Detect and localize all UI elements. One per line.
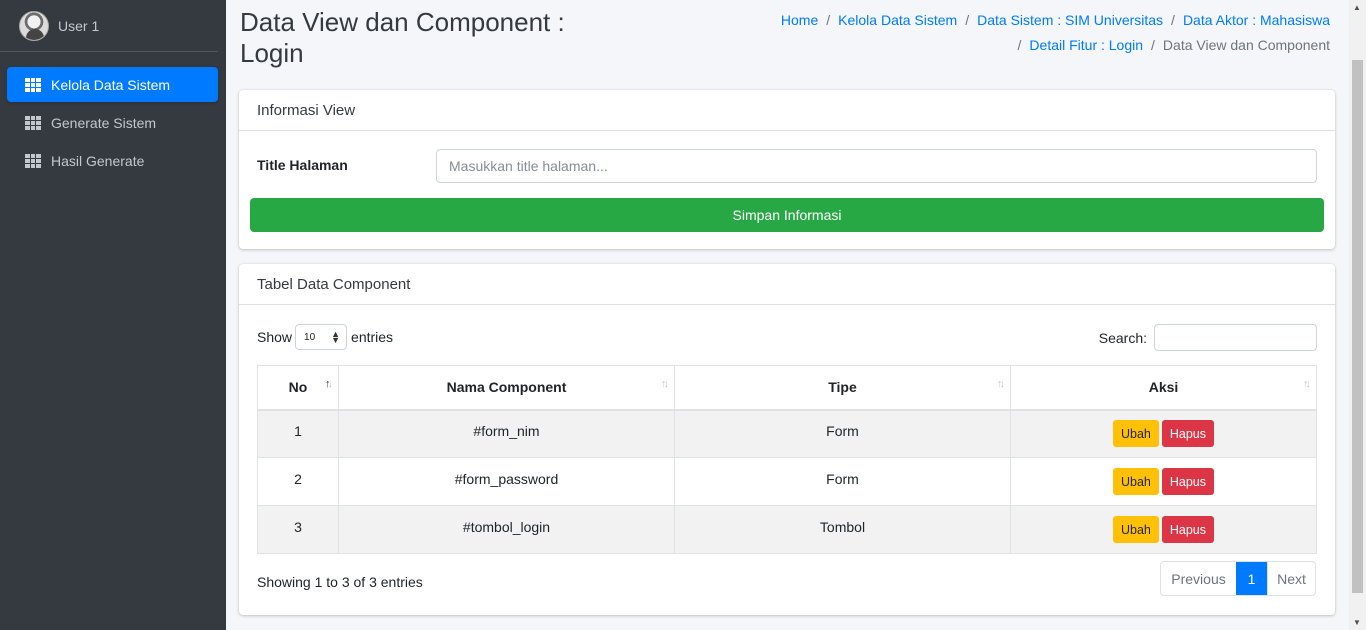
column-header-aksi[interactable]: Aksi ↑↓ xyxy=(1010,365,1317,411)
sidebar: User 1 Kelola Data Sistem Generate Siste… xyxy=(0,0,226,630)
table-info: Showing 1 to 3 of 3 entries xyxy=(257,574,423,590)
page-1-button[interactable]: 1 xyxy=(1236,562,1267,595)
column-label: Nama Component xyxy=(446,379,567,396)
column-header-tipe[interactable]: Tipe ↑↓ xyxy=(674,365,1011,411)
page-length-value: 10 xyxy=(304,331,316,343)
cell-type: Form xyxy=(674,409,1011,458)
page-scrollbar[interactable]: ▲ ▼ xyxy=(1349,0,1366,630)
component-table-card: Tabel Data Component Show 10 ▲ ▼ entries … xyxy=(239,264,1335,615)
breadcrumb-separator: / xyxy=(1151,37,1155,53)
breadcrumb-separator: / xyxy=(826,12,831,28)
sidebar-item-hasil-generate[interactable]: Hasil Generate xyxy=(7,143,218,178)
search-control: Search: xyxy=(1099,324,1317,351)
title-field-label: Title Halaman xyxy=(257,157,348,173)
column-label: Aksi xyxy=(1148,379,1179,396)
title-halaman-input[interactable] xyxy=(436,149,1317,183)
cell-type: Tombol xyxy=(674,505,1011,554)
sidebar-item-label: Generate Sistem xyxy=(51,114,157,131)
cell-name: #form_nim xyxy=(338,409,675,458)
breadcrumb-separator: / xyxy=(1017,37,1022,53)
sidebar-item-label: Kelola Data Sistem xyxy=(51,76,171,93)
breadcrumb-current: Data View dan Component xyxy=(1162,37,1330,53)
info-view-card: Informasi View Title Halaman Simpan Info… xyxy=(239,90,1335,249)
delete-button[interactable]: Hapus xyxy=(1161,516,1215,543)
cell-name: #form_password xyxy=(338,457,675,506)
table-row: 1 #form_nim Form Ubah Hapus xyxy=(257,409,1317,458)
sidebar-item-label: Hasil Generate xyxy=(51,152,145,169)
user-name[interactable]: User 1 xyxy=(58,18,99,34)
user-panel[interactable]: User 1 xyxy=(0,0,218,52)
edit-button[interactable]: Ubah xyxy=(1112,516,1159,543)
delete-button[interactable]: Hapus xyxy=(1161,420,1215,448)
edit-button[interactable]: Ubah xyxy=(1112,468,1159,495)
cell-type: Form xyxy=(674,457,1011,506)
breadcrumb-kelola-data-sistem[interactable]: Kelola Data Sistem xyxy=(838,12,957,28)
sort-icon: ↑↓ xyxy=(997,378,1005,390)
page-length-select[interactable]: 10 ▲ ▼ xyxy=(295,324,348,350)
column-header-nama-component[interactable]: Nama Component ↑↓ xyxy=(338,365,675,411)
select-arrows-icon: ▲ ▼ xyxy=(331,329,341,345)
entries-label: entries xyxy=(351,329,394,345)
sort-icon: ↑↓ xyxy=(1303,378,1311,390)
card-title: Informasi View xyxy=(239,90,1335,131)
grid-icon xyxy=(25,115,41,130)
grid-icon xyxy=(25,153,41,168)
scroll-up-icon[interactable]: ▲ xyxy=(1353,3,1361,12)
cell-no: 1 xyxy=(257,409,339,458)
edit-button[interactable]: Ubah xyxy=(1112,420,1159,448)
cell-no: 2 xyxy=(257,457,339,506)
search-input[interactable] xyxy=(1154,324,1317,351)
breadcrumb-data-aktor[interactable]: Data Aktor : Mahasiswa xyxy=(1183,12,1330,28)
next-page-button[interactable]: Next xyxy=(1267,562,1315,595)
previous-page-button[interactable]: Previous xyxy=(1161,562,1236,595)
cell-name: #tombol_login xyxy=(338,505,675,554)
table-row: 2 #form_password Form Ubah Hapus xyxy=(257,457,1317,506)
column-label: Tipe xyxy=(828,379,857,396)
sidebar-nav: Kelola Data Sistem Generate Sistem Hasil… xyxy=(0,52,226,178)
cell-actions: Ubah Hapus xyxy=(1010,457,1317,506)
sidebar-item-generate-sistem[interactable]: Generate Sistem xyxy=(7,105,218,140)
search-label: Search: xyxy=(1098,329,1147,346)
breadcrumb-data-sistem[interactable]: Data Sistem : SIM Universitas xyxy=(977,12,1163,28)
scroll-down-icon[interactable]: ▼ xyxy=(1353,618,1361,627)
sort-asc-icon: ↑↓ xyxy=(325,378,333,390)
grid-icon xyxy=(25,77,41,92)
table-row: 3 #tombol_login Tombol Ubah Hapus xyxy=(257,505,1317,554)
scrollbar-thumb[interactable] xyxy=(1352,60,1363,593)
component-table: No ↑↓ Nama Component ↑↓ Tipe ↑↓ Aksi ↑↓ 1 #f… xyxy=(257,365,1317,554)
save-info-button[interactable]: Simpan Informasi xyxy=(250,198,1324,232)
cell-no: 3 xyxy=(257,505,339,554)
breadcrumb: Home / Kelola Data Sistem / Data Sistem : SI… xyxy=(770,8,1330,58)
column-label: No xyxy=(288,379,308,396)
show-label: Show xyxy=(257,329,293,345)
breadcrumb-separator: / xyxy=(965,12,970,28)
breadcrumb-separator: / xyxy=(1171,12,1175,28)
delete-button[interactable]: Hapus xyxy=(1161,468,1215,495)
sidebar-item-kelola-data-sistem[interactable]: Kelola Data Sistem xyxy=(7,67,218,102)
cell-actions: Ubah Hapus xyxy=(1010,505,1317,554)
column-header-no[interactable]: No ↑↓ xyxy=(257,365,339,411)
pagination: Previous 1 Next xyxy=(1160,561,1316,596)
user-avatar[interactable] xyxy=(19,10,49,41)
breadcrumb-home[interactable]: Home xyxy=(781,12,818,28)
cell-actions: Ubah Hapus xyxy=(1010,409,1317,458)
page-title: Data View dan Component : Login xyxy=(240,7,565,68)
sort-icon: ↑↓ xyxy=(661,378,669,390)
page-length-control: Show 10 ▲ ▼ entries xyxy=(257,324,393,350)
breadcrumb-detail-fitur[interactable]: Detail Fitur : Login xyxy=(1029,37,1143,53)
card-title: Tabel Data Component xyxy=(239,264,1335,305)
